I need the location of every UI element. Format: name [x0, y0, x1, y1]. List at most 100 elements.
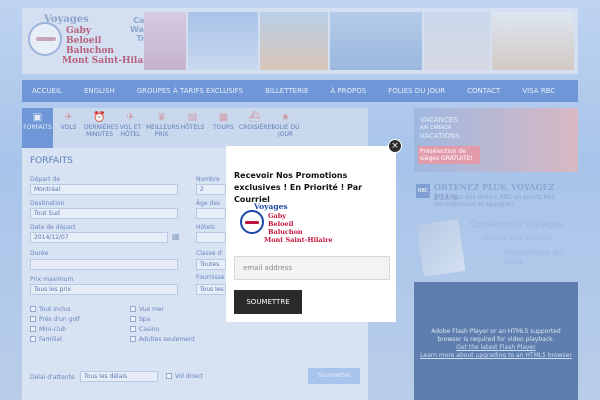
- html5-upgrade-link[interactable]: Learn more about upgrading to an HTML5 b…: [420, 352, 572, 359]
- plane-icon: ✈: [64, 112, 73, 123]
- age-select[interactable]: [196, 208, 226, 219]
- hotels-label: Hôtels: [196, 224, 216, 231]
- video-player: Adobe Flash Player or an HTML5 supported…: [414, 282, 578, 400]
- ship-icon: ⛴: [248, 112, 261, 123]
- checkbox-mini-club[interactable]: Mini-club: [30, 326, 66, 333]
- nav-groupes[interactable]: GROUPES À TARIFS EXCLUSIFS: [137, 87, 243, 95]
- delai-label: Délai d'attente: [30, 374, 75, 381]
- vacations-text: VACANCES AIR CANADA VACATIONS: [420, 116, 460, 140]
- tab-label: MEILLEURS PRIX: [146, 124, 180, 138]
- header-photo-woman: [144, 12, 186, 70]
- checkbox-label: Près d'un golf: [39, 316, 80, 323]
- ad-line: VACANCES: [420, 116, 458, 124]
- checkbox-box: [30, 326, 36, 332]
- checkbox-label: Vue mer: [139, 306, 165, 313]
- nav-visa-rbc[interactable]: VISA RBC: [522, 87, 555, 95]
- nav-english[interactable]: ENGLISH: [84, 87, 115, 95]
- header-photo-waterfall: [424, 12, 490, 70]
- delai-select[interactable]: Tous les délais: [80, 371, 158, 382]
- site-logo[interactable]: Voyages Gaby Beloeil Baluchon Mont Saint…: [26, 14, 157, 72]
- destination-select[interactable]: Tout Sud: [30, 208, 178, 219]
- newsletter-submit-button[interactable]: SOUMETTRE: [234, 290, 302, 314]
- alarm-clock-icon: ⏰: [93, 112, 106, 123]
- tab-hotels[interactable]: ▤ HÔTELS: [177, 108, 208, 148]
- prix-select[interactable]: Tous les prix: [30, 284, 178, 295]
- rbc-ad[interactable]: RBC OBTENEZ PLUS, VOYAGEZ PLUS Échangez …: [414, 176, 578, 216]
- page: Voyages Gaby Beloeil Baluchon Mont Saint…: [0, 0, 600, 400]
- nav-accueil[interactable]: ACCUEIL: [32, 87, 62, 95]
- tab-vol-et-hotel[interactable]: ✈ VOL ET HÔTEL: [115, 108, 146, 148]
- logo-text-msh: Mont Saint-Hilaire: [62, 56, 158, 66]
- form-title: FORFAITS: [30, 156, 73, 166]
- checkbox-box: [30, 316, 36, 322]
- checkbox-tout-inclus[interactable]: Tout inclus: [30, 306, 71, 313]
- suitcase-icon: ▣: [32, 112, 43, 123]
- checkbox-spa[interactable]: Spa: [130, 316, 150, 323]
- logo-text-gaby: Gaby: [268, 212, 287, 220]
- nav-billetterie[interactable]: BILLETTERIE: [265, 87, 308, 95]
- tab-forfaits[interactable]: ▣ FORFAITS: [22, 108, 53, 148]
- tab-label: VOLS: [60, 124, 77, 131]
- depart-select[interactable]: Montréal: [30, 184, 178, 195]
- tab-vols[interactable]: ✈ VOLS: [53, 108, 84, 148]
- conference-title: Conférence Voyages: [470, 220, 563, 230]
- logo-text-msh: Mont Saint-Hilaire: [264, 236, 333, 244]
- flash-player-link[interactable]: Get the latest Flash Player: [456, 344, 535, 351]
- classe-label: Classe d': [196, 250, 223, 257]
- logo-text-beloeil: Beloeil: [268, 220, 294, 228]
- duree-select[interactable]: [30, 259, 178, 270]
- tab-label: FOLIE DU JOUR: [271, 124, 300, 138]
- plane-hotel-icon: ✈: [126, 112, 135, 123]
- checkbox-casino[interactable]: Casino: [130, 326, 159, 333]
- bus-icon: ▦: [218, 112, 229, 123]
- checkbox-box: [130, 316, 136, 322]
- tab-meilleurs-prix[interactable]: ♛ MEILLEURS PRIX: [146, 108, 180, 148]
- vacations-badge: Présélection de sièges GRATUITE!: [418, 146, 480, 164]
- globe-icon: [240, 210, 264, 234]
- close-icon[interactable]: ×: [388, 139, 402, 153]
- hotels-input[interactable]: [196, 232, 226, 243]
- tab-label: TOURS: [213, 124, 234, 131]
- conference-subtitle: Horaire des soirées!: [482, 234, 553, 242]
- ads-column: VACANCES AIR CANADA VACATIONS Présélecti…: [414, 108, 578, 400]
- conference-photos: [416, 219, 466, 277]
- checkbox-box: [130, 326, 136, 332]
- tab-croisieres[interactable]: ⛴ CROISIÈRES: [239, 108, 275, 148]
- checkbox-label: Casino: [139, 326, 160, 333]
- tab-label: DERNIÈRES MINUTES: [84, 124, 119, 138]
- modal-logo: Voyages Gaby Beloeil Baluchon Mont Saint…: [240, 202, 350, 246]
- tab-label: VOL ET HÔTEL: [119, 124, 142, 138]
- checkbox-label: Tout inclus: [39, 306, 71, 313]
- nav-a-propos[interactable]: À PROPOS: [330, 87, 366, 95]
- search-submit-button[interactable]: Soumettre: [308, 368, 360, 384]
- checkbox-golf[interactable]: Près d'un golf: [30, 316, 80, 323]
- checkbox-adultes[interactable]: Adultes seulement: [130, 336, 195, 343]
- nav-contact[interactable]: CONTACT: [467, 87, 500, 95]
- conference-cta: Inscriptions en ligne: [504, 248, 563, 266]
- nav-folies[interactable]: FOLIES DU JOUR: [388, 87, 445, 95]
- tab-dernieres-minutes[interactable]: ⏰ DERNIÈRES MINUTES: [84, 108, 119, 148]
- tab-folie-du-jour[interactable]: ★ FOLIE DU JOUR: [270, 108, 301, 148]
- checkbox-vol-direct[interactable]: Vol direct: [166, 373, 203, 380]
- air-canada-vacations-ad[interactable]: VACANCES AIR CANADA VACATIONS Présélecti…: [414, 108, 578, 172]
- nombre-label: Nombre: [196, 176, 220, 183]
- checkbox-box: [130, 336, 136, 342]
- checkbox-box: [30, 306, 36, 312]
- logo-text-beloeil: Beloeil: [66, 36, 102, 46]
- checkbox-familial[interactable]: Familial: [30, 336, 62, 343]
- date-input[interactable]: 2014/12/07: [30, 232, 168, 243]
- checkbox-vue-mer[interactable]: Vue mer: [130, 306, 164, 313]
- fournisseur-select[interactable]: Tous les: [196, 284, 226, 295]
- trophy-icon: ♛: [157, 112, 166, 123]
- header-photo-beach: [260, 12, 328, 70]
- logo-text-baluchon: Baluchon: [66, 46, 114, 56]
- classe-select[interactable]: Toutes: [196, 259, 226, 270]
- calendar-icon[interactable]: ▦: [172, 232, 180, 241]
- conference-voyages-ad[interactable]: Conférence Voyages Horaire des soirées! …: [414, 216, 578, 278]
- checkbox-box: [166, 373, 172, 379]
- flash-text: Adobe Flash Player or an HTML5 supported…: [431, 328, 561, 343]
- email-input[interactable]: email address: [234, 256, 390, 280]
- nombre-select[interactable]: 2: [196, 184, 226, 195]
- duree-label: Durée: [30, 250, 49, 257]
- tab-tours[interactable]: ▦ TOURS: [208, 108, 239, 148]
